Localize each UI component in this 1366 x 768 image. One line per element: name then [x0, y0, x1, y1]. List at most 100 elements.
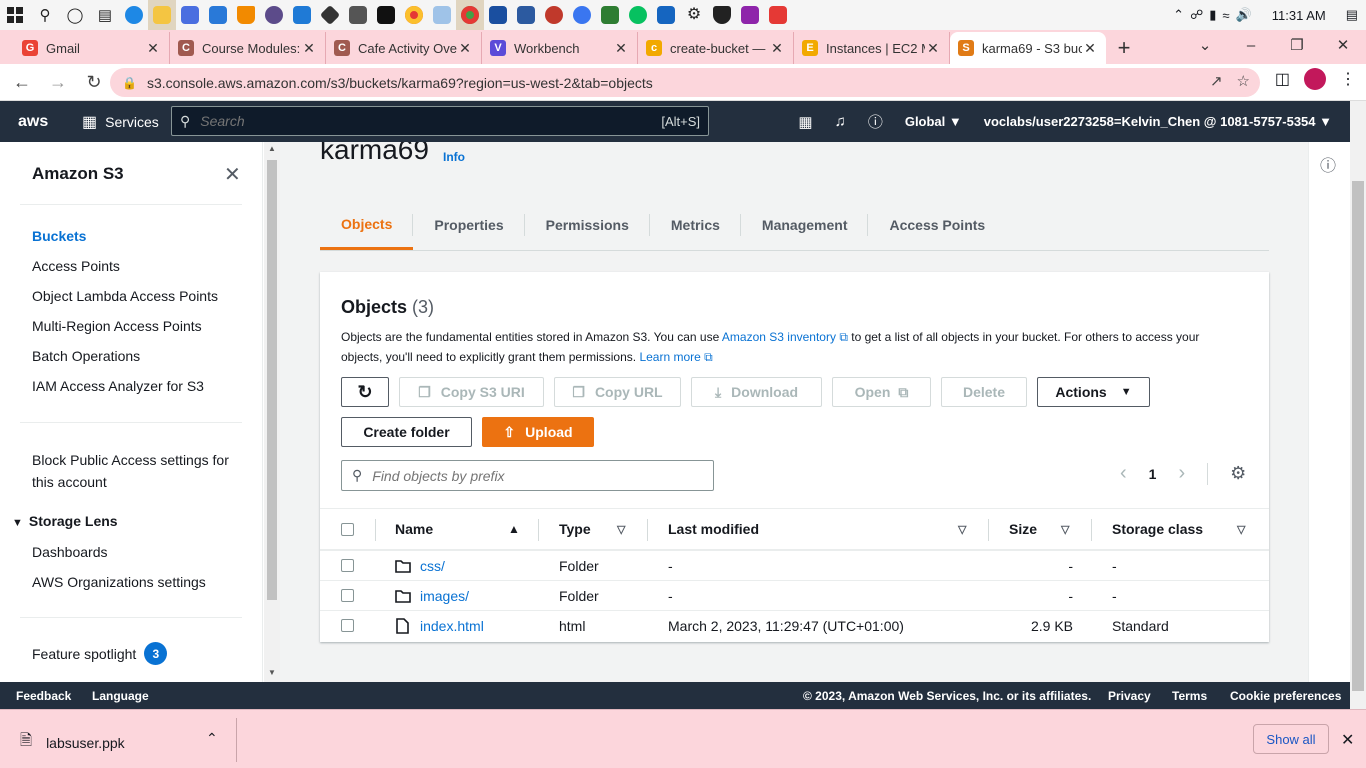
reload-icon[interactable]: ↻	[78, 66, 110, 98]
prev-page-icon[interactable]: ‹	[1120, 462, 1127, 485]
browser-tab[interactable]: Skarma69 - S3 buc ✕	[950, 32, 1106, 64]
close-download-bar-icon[interactable]: ✕	[1341, 730, 1354, 750]
signal-icon[interactable]	[568, 0, 596, 30]
tab-properties[interactable]: Properties	[413, 200, 525, 250]
close-tab-icon[interactable]: ✕	[769, 40, 785, 57]
vscode-icon[interactable]	[288, 0, 316, 30]
chrome-profile-icon[interactable]	[456, 0, 484, 30]
mail-icon[interactable]	[204, 0, 232, 30]
actions-button[interactable]: Actions ▼	[1037, 377, 1150, 407]
lock-icon[interactable]: 🔒	[122, 76, 137, 90]
select-all-checkbox[interactable]	[341, 522, 354, 536]
language-link[interactable]: Language	[92, 689, 149, 703]
sidebar-item-org-settings[interactable]: AWS Organizations settings	[32, 574, 206, 590]
tab-search-icon[interactable]: ⌄	[1182, 30, 1228, 60]
device-icon[interactable]: ☍	[1190, 7, 1203, 23]
tab-access-points[interactable]: Access Points	[868, 200, 1006, 250]
page-scroll-thumb[interactable]	[1352, 181, 1364, 691]
close-tab-icon[interactable]: ✕	[613, 40, 629, 57]
help-icon[interactable]: ⓘ	[868, 111, 883, 132]
storage-lens-toggle[interactable]: ▼ Storage Lens	[12, 513, 118, 529]
back-icon[interactable]: ←	[6, 66, 38, 98]
minimize-icon[interactable]: –	[1228, 30, 1274, 60]
find-objects-input[interactable]	[372, 467, 713, 484]
filter-icon[interactable]: ▽	[1061, 509, 1069, 549]
copy-url-button[interactable]: ❐ Copy URL	[554, 377, 681, 407]
download-item[interactable]: 🗎 labsuser.ppk	[20, 730, 125, 755]
copy-s3-uri-button[interactable]: ❐ Copy S3 URI	[399, 377, 544, 407]
row-checkbox[interactable]	[341, 559, 354, 572]
share-icon[interactable]: ↗	[1210, 72, 1223, 90]
vlc-icon[interactable]	[232, 0, 260, 30]
col-size[interactable]: Size	[1009, 509, 1037, 549]
close-sidebar-icon[interactable]: ✕	[224, 162, 241, 187]
settings-icon[interactable]: ⚙	[680, 0, 708, 30]
tool-icon[interactable]	[344, 0, 372, 30]
object-name-link[interactable]: index.html	[420, 611, 484, 640]
store-icon[interactable]	[176, 0, 204, 30]
current-page[interactable]: 1	[1149, 466, 1157, 482]
sidebar-item-multi-region[interactable]: Multi-Region Access Points	[32, 318, 202, 334]
git-icon[interactable]	[316, 0, 344, 30]
shield-icon[interactable]	[708, 0, 736, 30]
page-scrollbar[interactable]	[1350, 101, 1366, 709]
info-link[interactable]: Info	[443, 150, 465, 164]
photo-icon[interactable]	[652, 0, 680, 30]
new-tab-icon[interactable]: +	[1106, 32, 1142, 64]
task-view-icon[interactable]: ▤	[90, 0, 120, 30]
browser-tab[interactable]: C Course Modules: ✕	[170, 32, 326, 64]
wechat-icon[interactable]	[624, 0, 652, 30]
search-icon[interactable]: ⚲	[30, 0, 60, 30]
clock[interactable]: 11:31 AM	[1272, 8, 1326, 23]
wifi-icon[interactable]: ≈	[1222, 8, 1229, 23]
terms-link[interactable]: Terms	[1172, 689, 1207, 703]
object-name-link[interactable]: css/	[420, 551, 445, 580]
restore-icon[interactable]: ❐	[1274, 30, 1320, 60]
app3-icon[interactable]	[764, 0, 792, 30]
download-button[interactable]: ⤓ Download	[691, 377, 822, 407]
box-icon[interactable]	[512, 0, 540, 30]
col-last-modified[interactable]: Last modified	[668, 509, 759, 549]
sort-asc-icon[interactable]: ▲	[508, 509, 520, 549]
close-window-icon[interactable]: ✕	[1320, 30, 1366, 60]
sidebar-item-object-lambda[interactable]: Object Lambda Access Points	[32, 288, 218, 304]
volume-icon[interactable]: 🔊	[1236, 7, 1252, 23]
menu-icon[interactable]: ⋮	[1340, 69, 1356, 89]
windows-start-icon[interactable]	[0, 0, 30, 30]
browser-tab[interactable]: G Gmail ✕	[14, 32, 170, 64]
tab-metrics[interactable]: Metrics	[650, 200, 741, 250]
services-menu[interactable]: ▦ Services	[82, 112, 159, 132]
pycharm-icon[interactable]	[372, 0, 400, 30]
region-selector[interactable]: Global ▼	[905, 114, 962, 129]
app-icon[interactable]	[260, 0, 288, 30]
sidebar-item-dashboards[interactable]: Dashboards	[32, 544, 108, 560]
refresh-button[interactable]: ↻	[341, 377, 389, 407]
open-button[interactable]: Open ⧉	[832, 377, 931, 407]
app2-icon[interactable]	[540, 0, 568, 30]
object-name-link[interactable]: images/	[420, 581, 469, 610]
inventory-link[interactable]: Amazon S3 inventory	[722, 330, 836, 344]
sidebar-item-block-public-access[interactable]: Block Public Access settings for this ac…	[32, 449, 229, 493]
profile-avatar[interactable]	[1304, 68, 1326, 90]
info-circle-icon[interactable]: ⓘ	[1320, 152, 1336, 176]
browser-tab[interactable]: V Workbench ✕	[482, 32, 638, 64]
col-type[interactable]: Type	[559, 509, 591, 549]
cookie-preferences-link[interactable]: Cookie preferences	[1230, 689, 1341, 703]
edge-icon[interactable]	[120, 0, 148, 30]
row-checkbox[interactable]	[341, 589, 354, 602]
row-checkbox[interactable]	[341, 619, 354, 632]
close-tab-icon[interactable]: ✕	[301, 40, 317, 57]
sidepanel-icon[interactable]: ◫	[1275, 69, 1290, 89]
sidebar-item-access-points[interactable]: Access Points	[32, 258, 120, 274]
close-tab-icon[interactable]: ✕	[925, 40, 941, 57]
browser-tab[interactable]: c create-bucket — ✕	[638, 32, 794, 64]
create-folder-button[interactable]: Create folder	[341, 417, 472, 447]
delete-button[interactable]: Delete	[941, 377, 1027, 407]
sidebar-item-iam-analyzer[interactable]: IAM Access Analyzer for S3	[32, 378, 204, 394]
notepad-icon[interactable]	[428, 0, 456, 30]
tab-objects[interactable]: Objects	[320, 200, 414, 250]
chevron-up-icon[interactable]: ⌃	[1173, 7, 1184, 23]
sidebar-item-buckets[interactable]: Buckets	[32, 228, 86, 244]
browser-tab[interactable]: E Instances | EC2 M ✕	[794, 32, 950, 64]
filter-icon[interactable]: ▽	[617, 509, 625, 549]
